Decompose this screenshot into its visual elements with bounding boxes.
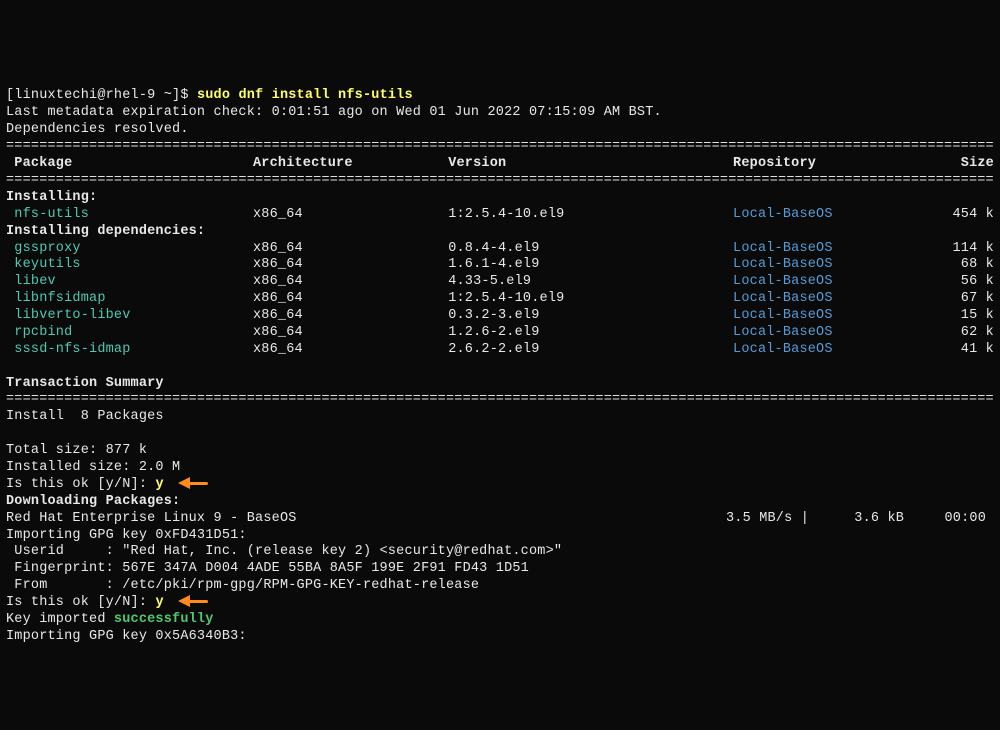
gpg-fingerprint: Fingerprint: 567E 347A D004 4ADE 55BA 8A…: [6, 561, 529, 576]
table-row: sssd-nfs-idmapx86_642.6.2-2.el9Local-Bas…: [6, 342, 994, 359]
confirm-prompt-1: Is this ok [y/N]:: [6, 477, 155, 492]
installing-label: Installing:: [6, 190, 97, 205]
confirm-prompt-2: Is this ok [y/N]:: [6, 595, 155, 610]
pkg-arch: x86_64: [253, 207, 448, 224]
shell-prompt: [linuxtechi@rhel-9 ~]$: [6, 88, 197, 103]
install-count: Install 8 Packages: [6, 409, 164, 424]
confirm-answer-1[interactable]: y: [155, 477, 163, 492]
table-row: gssproxyx86_640.8.4-4.el9Local-BaseOS114…: [6, 241, 994, 258]
deps-resolved: Dependencies resolved.: [6, 122, 189, 137]
download-size: 3.6 kB: [846, 511, 926, 528]
confirm-answer-2[interactable]: y: [155, 595, 163, 610]
arrow-pointer-icon: [178, 595, 214, 607]
downloading-label: Downloading Packages:: [6, 494, 180, 509]
table-row: libnfsidmapx86_641:2.5.4-10.el9Local-Bas…: [6, 291, 994, 308]
transaction-summary-label: Transaction Summary: [6, 376, 164, 391]
table-row: rpcbindx86_641.2.6-2.el9Local-BaseOS62 k: [6, 325, 994, 342]
header-repo: Repository: [733, 156, 944, 173]
download-time: 00:00: [926, 511, 986, 528]
arrow-pointer-icon: [178, 477, 214, 489]
table-row: keyutilsx86_641.6.1-4.el9Local-BaseOS68 …: [6, 257, 994, 274]
key-imported-pre: Key imported: [6, 612, 114, 627]
pkg-name: nfs-utils: [6, 207, 253, 224]
separator: ========================================…: [6, 139, 994, 156]
pkg-size: 454 k: [944, 207, 994, 224]
total-size: Total size: 877 k: [6, 443, 147, 458]
installed-size: Installed size: 2.0 M: [6, 460, 180, 475]
table-row: nfs-utilsx86_641:2.5.4-10.el9Local-BaseO…: [6, 207, 994, 224]
header-arch: Architecture: [253, 156, 448, 173]
deps-list: gssproxyx86_640.8.4-4.el9Local-BaseOS114…: [6, 241, 994, 359]
header-size: Size: [944, 156, 994, 173]
download-row: Red Hat Enterprise Linux 9 - BaseOS3.5 M…: [6, 511, 994, 528]
gpg-import-1: Importing GPG key 0xFD431D51:: [6, 528, 247, 543]
gpg-userid: Userid : "Red Hat, Inc. (release key 2) …: [6, 544, 562, 559]
table-row: libevx86_644.33-5.el9Local-BaseOS56 k: [6, 274, 994, 291]
table-row: libverto-libevx86_640.3.2-3.el9Local-Bas…: [6, 308, 994, 325]
table-header: PackageArchitectureVersionRepositorySize: [6, 156, 994, 173]
gpg-import-2: Importing GPG key 0x5A6340B3:: [6, 629, 247, 644]
header-version: Version: [448, 156, 733, 173]
installing-deps-label: Installing dependencies:: [6, 224, 205, 239]
gpg-from: From : /etc/pki/rpm-gpg/RPM-GPG-KEY-redh…: [6, 578, 479, 593]
pkg-version: 1:2.5.4-10.el9: [448, 207, 733, 224]
pkg-repo: Local-BaseOS: [733, 207, 944, 224]
separator: ========================================…: [6, 173, 994, 190]
separator: ========================================…: [6, 392, 994, 409]
download-name: Red Hat Enterprise Linux 9 - BaseOS: [6, 511, 726, 528]
header-package: Package: [6, 156, 253, 173]
key-imported-success: successfully: [114, 612, 214, 627]
download-speed: 3.5 MB/s |: [726, 511, 846, 528]
command-text: sudo dnf install nfs-utils: [197, 88, 413, 103]
terminal-output: [linuxtechi@rhel-9 ~]$ sudo dnf install …: [6, 72, 994, 646]
metadata-check: Last metadata expiration check: 0:01:51 …: [6, 105, 662, 120]
